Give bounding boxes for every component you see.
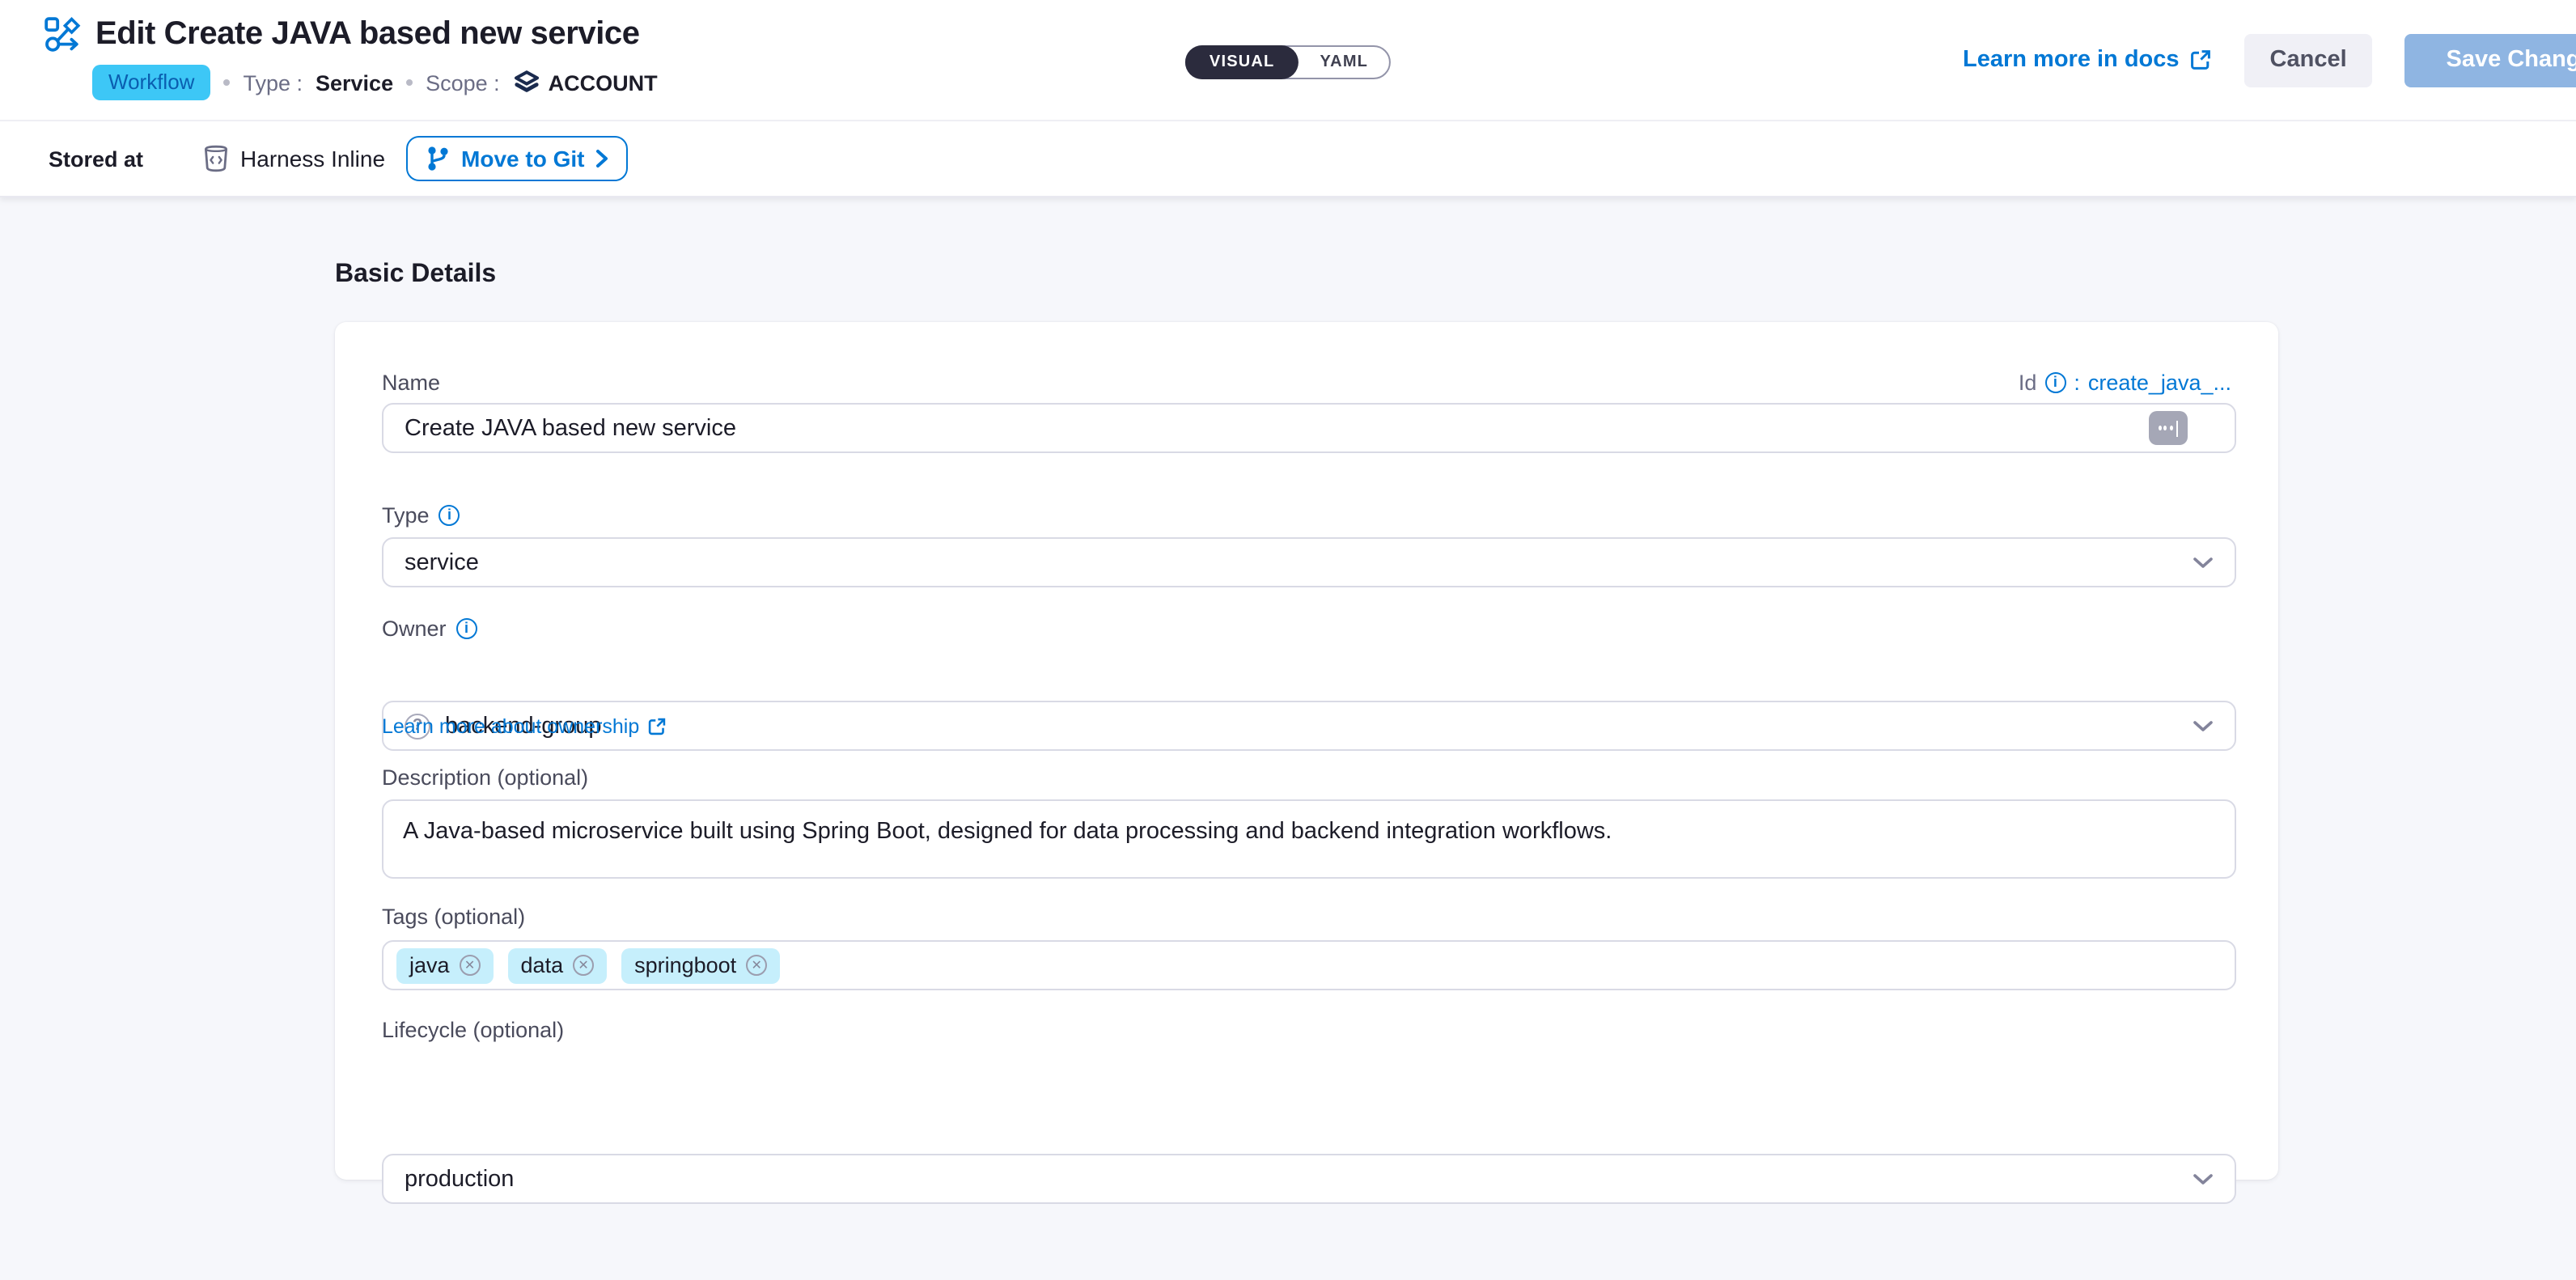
workflow-badge: Workflow (92, 65, 210, 100)
tag-chip: java ✕ (396, 947, 494, 983)
chevron-down-icon (2193, 1172, 2214, 1185)
lifecycle-field-block: Lifecycle (optional) (382, 1018, 2236, 1042)
separator-dot (223, 79, 230, 86)
lifecycle-label: Lifecycle (optional) (382, 1018, 2236, 1042)
page-title: Edit Create JAVA based new service (95, 16, 640, 53)
name-input[interactable] (382, 403, 2236, 453)
store-name: Harness Inline (240, 146, 385, 172)
main-content: Basic Details Name Id i : create_java_..… (0, 196, 2576, 1280)
tags-label: Tags (optional) (382, 905, 2236, 929)
ownership-link-label: Learn more about ownership (382, 715, 639, 738)
owner-field-block: Owner i (382, 617, 2236, 641)
id-label: Id (2019, 371, 2037, 395)
header-actions: Learn more in docs Cancel Save Changes (1963, 0, 2576, 120)
git-branch-icon (426, 146, 450, 172)
tag-chip-label: springboot (634, 953, 736, 977)
chevron-right-icon (596, 149, 609, 168)
name-label: Name (382, 371, 2236, 395)
scope-group: ACCOUNT (513, 69, 658, 96)
inline-store-icon (201, 144, 229, 173)
edit-id-icon[interactable] (2149, 411, 2188, 445)
chevron-down-icon (2193, 556, 2214, 569)
tag-chip-label: data (521, 953, 564, 977)
scope-meta-value: ACCOUNT (549, 70, 658, 95)
name-input-wrap (382, 403, 2236, 453)
move-to-git-button[interactable]: Move to Git (406, 136, 628, 181)
entity-id-row: Id i : create_java_... (2019, 371, 2231, 395)
tab-visual[interactable]: VISUAL (1185, 45, 1299, 79)
learn-more-docs-link[interactable]: Learn more in docs (1963, 47, 2212, 73)
type-select[interactable]: service (382, 537, 2236, 587)
name-field-block: Name (382, 371, 2236, 395)
learn-more-docs-label: Learn more in docs (1963, 47, 2180, 73)
external-link-icon (2189, 49, 2212, 71)
type-meta-value: Service (316, 70, 393, 95)
info-icon[interactable]: i (2044, 372, 2065, 393)
description-label: Description (optional) (382, 765, 2236, 790)
app-root: Edit Create JAVA based new service Workf… (0, 0, 2576, 1280)
stored-at-label: Stored at (49, 146, 143, 171)
remove-tag-icon[interactable]: ✕ (460, 955, 481, 976)
lifecycle-value: production (405, 1166, 514, 1192)
tab-yaml[interactable]: YAML (1299, 47, 1389, 78)
separator-dot (406, 79, 413, 86)
storage-bar: Stored at Harness Inline Move to Git (0, 121, 2576, 197)
page-header: Edit Create JAVA based new service Workf… (0, 0, 2576, 121)
external-link-icon (647, 717, 667, 736)
id-separator: : (2074, 371, 2080, 395)
workflow-icon (44, 16, 81, 53)
tag-chip: springboot ✕ (621, 947, 780, 983)
cancel-button[interactable]: Cancel (2244, 33, 2373, 87)
layers-icon (513, 69, 540, 96)
ownership-link[interactable]: Learn more about ownership (382, 715, 667, 738)
move-to-git-label: Move to Git (461, 146, 584, 172)
type-label: Type (382, 503, 430, 528)
ownership-link-block: Learn more about ownership (382, 712, 2236, 741)
section-title: Basic Details (335, 261, 496, 290)
description-wrap: A Java-based microservice built using Sp… (382, 799, 2236, 887)
entity-id-link[interactable]: create_java_... (2088, 371, 2231, 395)
info-icon[interactable]: i (439, 505, 460, 526)
lifecycle-select[interactable]: production (382, 1154, 2236, 1204)
info-icon[interactable]: i (456, 618, 477, 639)
type-meta-label: Type : (243, 70, 303, 95)
remove-tag-icon[interactable]: ✕ (746, 955, 767, 976)
tags-input[interactable]: java ✕ data ✕ springboot ✕ (382, 940, 2236, 990)
tag-chip-label: java (409, 953, 450, 977)
description-field-block: Description (optional) (382, 765, 2236, 790)
owner-label: Owner (382, 617, 447, 641)
visual-yaml-toggle: VISUAL YAML (1185, 45, 1391, 79)
scope-meta-label: Scope : (426, 70, 500, 95)
basic-details-card: Name Id i : create_java_... Type i (335, 322, 2278, 1180)
header-left-group: Edit Create JAVA based new service Workf… (44, 16, 658, 100)
save-changes-button[interactable]: Save Changes (2405, 33, 2576, 87)
tag-chip: data ✕ (508, 947, 608, 983)
tags-field-block: Tags (optional) (382, 905, 2236, 929)
remove-tag-icon[interactable]: ✕ (573, 955, 594, 976)
description-textarea[interactable]: A Java-based microservice built using Sp… (382, 799, 2236, 879)
type-field-block: Type i (382, 503, 2236, 528)
type-value: service (405, 549, 479, 575)
